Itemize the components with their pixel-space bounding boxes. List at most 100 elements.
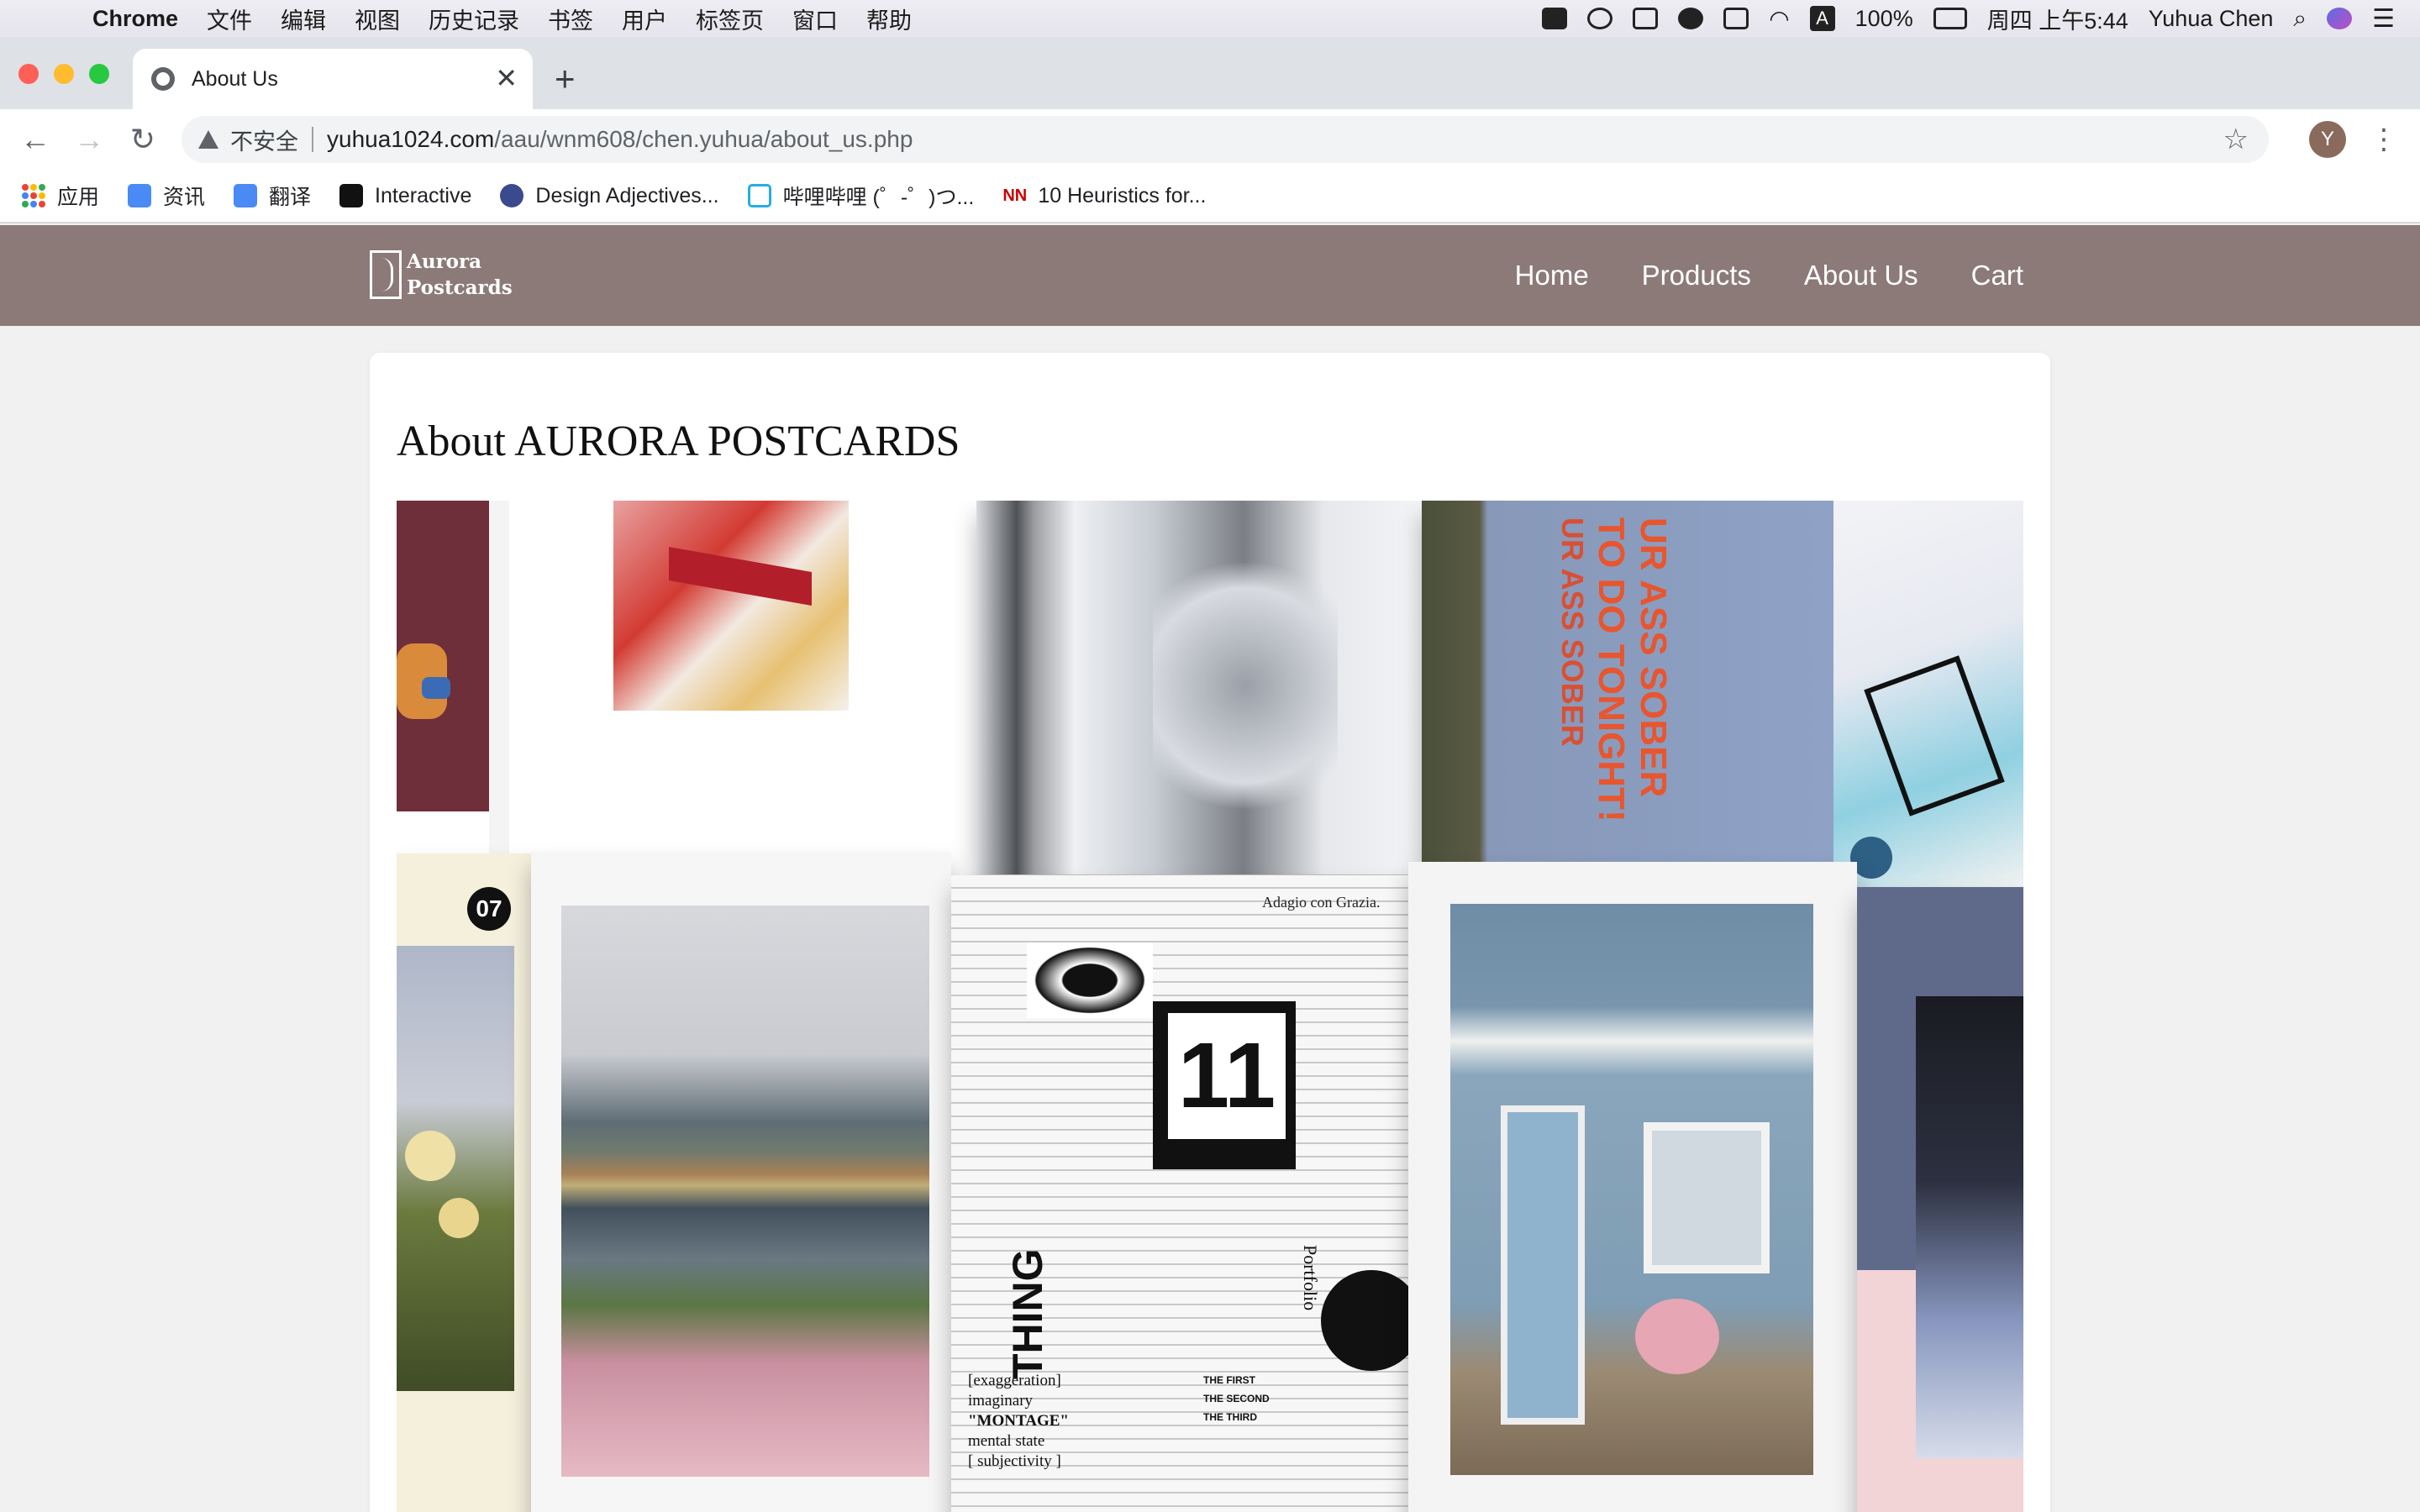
creative-cloud-icon[interactable] bbox=[1678, 8, 1704, 29]
postcard-fjord-village bbox=[531, 852, 951, 1512]
postcard-blue-house-door bbox=[1408, 862, 1857, 1512]
bookmark-label: 哔哩哔哩 (゜-゜)つ... bbox=[782, 186, 975, 209]
send-icon[interactable] bbox=[1633, 8, 1659, 29]
logo-mark-icon bbox=[370, 250, 402, 299]
window-minimize-button[interactable] bbox=[54, 64, 74, 84]
bookmark-label: 10 Heuristics for... bbox=[1038, 183, 1207, 207]
menu-history[interactable]: 历史记录 bbox=[429, 3, 519, 35]
translate-icon bbox=[234, 184, 258, 207]
postcard-music-collage: Adagio con Grazia. 11 THING Portfolio [e… bbox=[951, 875, 1408, 1512]
tab-title: About Us bbox=[192, 66, 278, 91]
news-icon bbox=[128, 184, 152, 207]
bookmark-apps[interactable]: 应用 bbox=[22, 181, 99, 211]
nav-home[interactable]: Home bbox=[1515, 260, 1589, 291]
battery-percent: 100% bbox=[1854, 5, 1913, 31]
browser-toolbar: ← → ↻ 不安全 yuhua1024.com/aau/wnm608/chen.… bbox=[0, 109, 2420, 170]
search-bubble-icon[interactable] bbox=[1587, 8, 1613, 29]
menu-people[interactable]: 用户 bbox=[622, 3, 667, 35]
url-path[interactable]: /aau/wnm608/chen.yuhua/about_us.php bbox=[494, 126, 913, 153]
thing-text: THING bbox=[1004, 1248, 1051, 1379]
postcard-roses-07: 07 bbox=[397, 853, 531, 1512]
tab-about-us[interactable]: About Us ✕ bbox=[133, 49, 533, 109]
logo-text: Aurora Postcards bbox=[407, 249, 513, 301]
menu-window[interactable]: 窗口 bbox=[792, 3, 838, 35]
bookmark-design-adjectives[interactable]: Design Adjectives... bbox=[500, 183, 719, 208]
battery-icon[interactable] bbox=[1933, 8, 1967, 29]
menu-edit[interactable]: 编辑 bbox=[281, 3, 326, 35]
bookmark-label: Design Adjectives... bbox=[535, 183, 719, 207]
wifi-icon[interactable]: ◠ bbox=[1769, 5, 1789, 33]
page-title: About AURORA POSTCARDS bbox=[397, 417, 960, 465]
divider bbox=[312, 127, 313, 152]
window-fullscreen-button[interactable] bbox=[89, 64, 109, 84]
menu-help[interactable]: 帮助 bbox=[866, 3, 912, 35]
nav-products[interactable]: Products bbox=[1642, 260, 1751, 291]
montage-line-1: [exaggeration] bbox=[968, 1372, 1061, 1389]
postcard-tonight-poster: UR ASS SOBER TO DO TONIGHT! UR ASS SOBER bbox=[1422, 501, 1833, 862]
content-card: About AURORA POSTCARDS UR ASS SOBER TO D… bbox=[370, 353, 2050, 1512]
tab-strip: About Us ✕ + bbox=[0, 37, 2420, 109]
menu-view[interactable]: 视图 bbox=[355, 3, 400, 35]
input-method-icon[interactable]: A bbox=[1809, 6, 1835, 31]
bookmark-label: 资讯 bbox=[163, 186, 206, 209]
postcard-graphic-collage bbox=[1833, 501, 2023, 887]
poster-text-2: TO DO TONIGHT! bbox=[1591, 517, 1632, 822]
menu-tab[interactable]: 标签页 bbox=[696, 3, 764, 35]
postcard-abstract-figure bbox=[1857, 887, 2023, 1512]
montage-text: [exaggeration] imaginary "MONTAGE" menta… bbox=[968, 1371, 1069, 1472]
bookmark-label: 应用 bbox=[57, 186, 100, 209]
profile-avatar[interactable]: Y bbox=[2309, 121, 2346, 158]
user-name[interactable]: Yuhua Chen bbox=[2149, 6, 2274, 32]
site-logo[interactable]: Aurora Postcards bbox=[370, 249, 513, 301]
tab-close-icon[interactable]: ✕ bbox=[495, 62, 518, 94]
spotlight-search-icon[interactable]: ⌕ bbox=[2293, 5, 2307, 33]
montage-line-4: mental state bbox=[968, 1432, 1045, 1450]
montage-line-5: [ subjectivity ] bbox=[968, 1452, 1061, 1470]
main-nav: Home Products About Us Cart bbox=[1462, 225, 2023, 326]
poster-text-3: UR ASS SOBER bbox=[1555, 517, 1590, 747]
bilibili-icon bbox=[747, 184, 771, 207]
siri-icon[interactable] bbox=[2327, 8, 2353, 29]
window-close-button[interactable] bbox=[18, 64, 39, 84]
url-domain[interactable]: yuhua1024.com bbox=[327, 126, 494, 153]
menu-app-name[interactable]: Chrome bbox=[92, 6, 178, 32]
music-title: Adagio con Grazia. bbox=[1262, 894, 1381, 911]
insecure-label[interactable]: 不安全 bbox=[230, 123, 298, 156]
order-line-1: THE FIRST bbox=[1203, 1374, 1255, 1386]
back-button[interactable]: ← bbox=[17, 121, 54, 158]
bookmark-news[interactable]: 资讯 bbox=[128, 181, 205, 211]
site-header: Aurora Postcards Home Products About Us … bbox=[0, 225, 2420, 326]
postcard-collage-image: UR ASS SOBER TO DO TONIGHT! UR ASS SOBER… bbox=[397, 501, 2023, 1512]
forward-button[interactable]: → bbox=[71, 121, 108, 158]
display-icon[interactable] bbox=[1723, 8, 1749, 29]
clock[interactable]: 周四 上午5:44 bbox=[1987, 3, 2128, 35]
globe-icon bbox=[151, 67, 175, 91]
nav-cart[interactable]: Cart bbox=[1971, 260, 2023, 291]
postcard-watercolor-house bbox=[509, 501, 929, 853]
bookmark-bilibili[interactable]: 哔哩哔哩 (゜-゜)つ... bbox=[747, 181, 975, 211]
bookmark-star-icon[interactable]: ☆ bbox=[2223, 123, 2249, 156]
more-menu-icon[interactable]: ⋮ bbox=[2370, 119, 2398, 160]
reload-button[interactable]: ↻ bbox=[124, 121, 161, 158]
bookmark-translate[interactable]: 翻译 bbox=[234, 181, 311, 211]
poster-text-1: UR ASS SOBER bbox=[1633, 517, 1674, 798]
zoom-video-icon[interactable] bbox=[1542, 8, 1568, 29]
butterfly-icon bbox=[500, 184, 524, 207]
bookmark-interactive[interactable]: Interactive bbox=[339, 184, 471, 208]
logo-line-2: Postcards bbox=[407, 276, 513, 299]
address-bar[interactable]: 不安全 yuhua1024.com/aau/wnm608/chen.yuhua/… bbox=[182, 116, 2269, 163]
menu-file[interactable]: 文件 bbox=[207, 3, 252, 35]
notification-center-icon[interactable]: ☰ bbox=[2372, 4, 2395, 34]
warning-icon[interactable] bbox=[198, 130, 218, 149]
menu-bookmarks[interactable]: 书签 bbox=[548, 3, 593, 35]
nav-about-us[interactable]: About Us bbox=[1804, 260, 1918, 291]
first-second-third: THE FIRST THE SECOND THE THIRD bbox=[1203, 1371, 1270, 1426]
montage-line-3: "MONTAGE" bbox=[968, 1412, 1069, 1430]
interactive-icon bbox=[339, 184, 364, 207]
bookmark-heuristics[interactable]: NN 10 Heuristics for... bbox=[1002, 184, 1206, 208]
bookmarks-bar: 应用 资讯 翻译 Interactive Design Adjectives..… bbox=[0, 170, 2420, 223]
postcard-snowy-road bbox=[976, 501, 1422, 874]
new-tab-button[interactable]: + bbox=[555, 57, 576, 101]
apps-grid-icon bbox=[22, 184, 45, 207]
calendar-number: 11 bbox=[1168, 1013, 1286, 1139]
